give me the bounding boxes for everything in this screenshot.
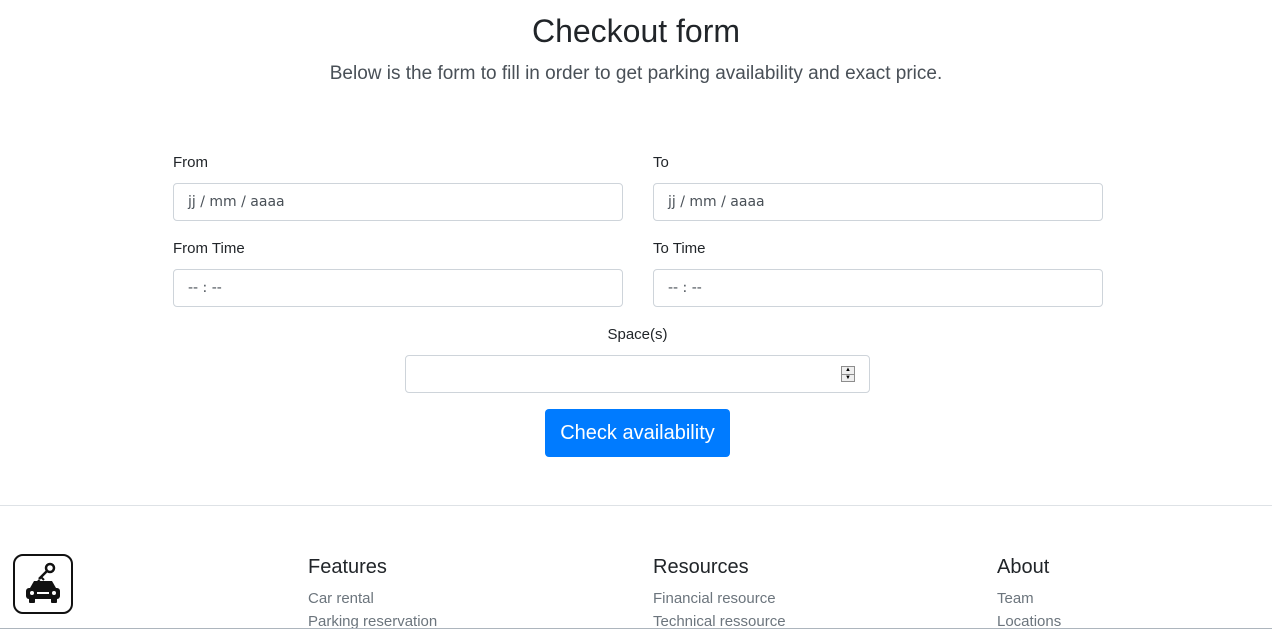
footer-divider [0,505,1272,506]
footer-link-team[interactable]: Team [997,587,1061,610]
spaces-number-input[interactable]: ▲ ▼ [405,355,870,393]
spaces-label: Space(s) [607,326,668,343]
footer-heading: Resources [653,556,749,578]
from-time-input[interactable]: -- : -- [173,269,623,307]
from-date-label: From [173,154,208,171]
footer-heading: About [997,556,1050,578]
footer-link-parking-reservation[interactable]: Parking reservation [308,610,437,633]
from-date-placeholder: jj / mm / aaaa [188,194,285,210]
number-stepper[interactable]: ▲ ▼ [841,366,855,382]
from-time-placeholder: -- : -- [188,280,222,296]
from-time-label: From Time [173,240,245,257]
footer-link-car-rental[interactable]: Car rental [308,587,437,610]
to-time-label: To Time [653,240,706,257]
to-date-placeholder: jj / mm / aaaa [668,194,765,210]
to-time-input[interactable]: -- : -- [653,269,1103,307]
from-date-input[interactable]: jj / mm / aaaa [173,183,623,221]
check-availability-button[interactable]: Check availability [545,409,730,457]
footer-column-features: Features Car rental Parking reservation [308,555,437,633]
footer-column-resources: Resources Financial resource Technical r… [653,555,786,633]
footer-link-financial-resource[interactable]: Financial resource [653,587,786,610]
stepper-down-icon[interactable]: ▼ [842,373,854,382]
page-subtitle: Below is the form to fill in order to ge… [329,63,943,84]
to-date-label: To [653,154,669,171]
to-time-placeholder: -- : -- [668,280,702,296]
footer-column-about: About Team Locations [997,555,1061,633]
footer-heading: Features [308,556,387,578]
car-key-icon [13,554,73,614]
to-date-input[interactable]: jj / mm / aaaa [653,183,1103,221]
page-title: Checkout form [531,13,741,49]
footer-link-locations[interactable]: Locations [997,610,1061,633]
footer-link-technical-ressource[interactable]: Technical ressource [653,610,786,633]
